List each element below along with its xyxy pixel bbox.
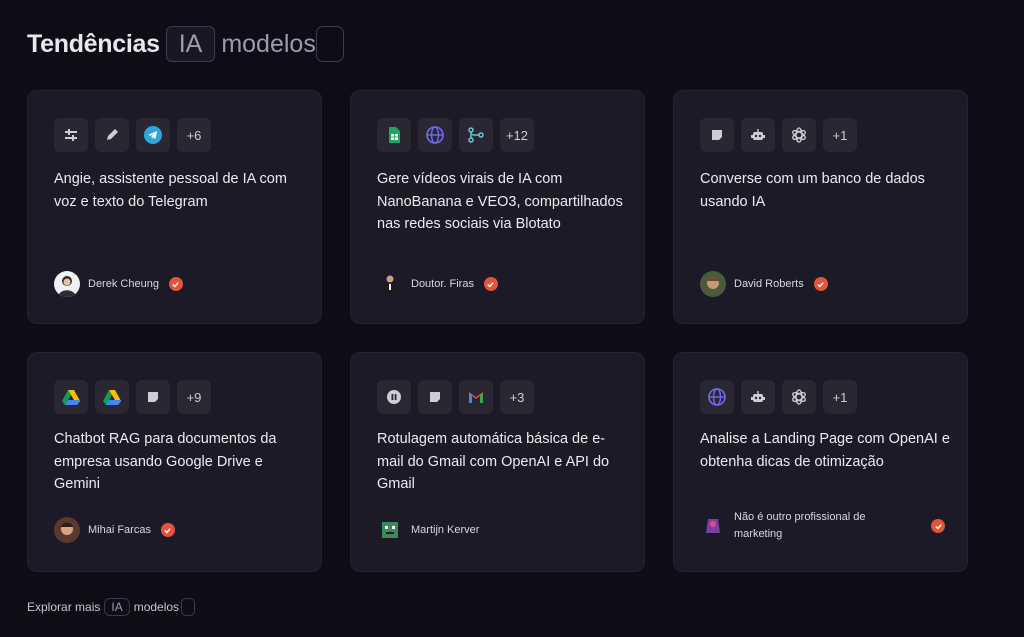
card-title: Converse com um banco de dados usando IA [700, 171, 925, 210]
heading-suffix: modelos [221, 29, 316, 58]
card-title: Rotulagem automática básica de e-mail do… [377, 431, 610, 492]
template-card[interactable]: +9 Chatbot RAG para documentos da empres… [27, 352, 322, 572]
more-integrations-count: +3 [500, 380, 534, 414]
author-name: Derek Cheung [88, 278, 159, 290]
author-name: Doutor. Firas [411, 278, 474, 290]
card-author[interactable]: Martijn Kerver [377, 517, 479, 543]
card-title: Analise a Landing Page com OpenAI e obte… [700, 431, 950, 470]
avatar [54, 271, 80, 297]
more-integrations-count: +6 [177, 118, 211, 152]
card-author[interactable]: Mihai Farcas [54, 517, 175, 543]
sliders-icon [54, 118, 88, 152]
robot-icon [741, 380, 775, 414]
section-heading: Tendências IA modelos [27, 26, 344, 62]
avatar [54, 517, 80, 543]
card-title: Angie, assistente pessoal de IA com voz … [54, 171, 287, 210]
verified-badge-icon [483, 277, 498, 291]
author-name: Mihai Farcas [88, 524, 151, 536]
pencil-icon [95, 118, 129, 152]
card-icons: +1 [700, 118, 857, 152]
telegram-icon [136, 118, 170, 152]
explore-more-link[interactable]: Explorar mais IA modelos [27, 597, 196, 617]
sticky-note-icon [136, 380, 170, 414]
verified-badge-icon [813, 277, 828, 291]
card-icons: +3 [377, 380, 534, 414]
template-card[interactable]: +12 Gere vídeos virais de IA com NanoBan… [350, 90, 645, 324]
verified-badge-icon [931, 519, 945, 533]
card-icons: +6 [54, 118, 211, 152]
more-integrations-count: +1 [823, 118, 857, 152]
template-card[interactable]: +1 Analise a Landing Page com OpenAI e o… [673, 352, 968, 572]
globe-icon [418, 118, 452, 152]
google-drive-icon [54, 380, 88, 414]
template-card[interactable]: +6 Angie, assistente pessoal de IA com v… [27, 90, 322, 324]
card-icons: +9 [54, 380, 211, 414]
explore-prefix: Explorar mais [27, 600, 101, 614]
author-name: Martijn Kerver [411, 524, 480, 536]
more-integrations-count: +1 [823, 380, 857, 414]
google-drive-icon [95, 380, 129, 414]
card-author[interactable]: Derek Cheung [54, 271, 183, 297]
avatar [700, 513, 726, 539]
verified-badge-icon [168, 277, 183, 291]
google-sheets-icon [377, 118, 411, 152]
card-author[interactable]: David Roberts [700, 271, 828, 297]
avatar [700, 271, 726, 297]
heading-prefix: Tendências [27, 29, 160, 58]
sticky-note-icon [700, 118, 734, 152]
author-name: David Roberts [734, 278, 804, 290]
sticky-note-icon [418, 380, 452, 414]
explore-suffix: modelos [133, 600, 180, 614]
template-card[interactable]: +3 Rotulagem automática básica de e-mail… [350, 352, 645, 572]
globe-icon [700, 380, 734, 414]
openai-icon [782, 380, 816, 414]
card-author[interactable]: Não é outro profissional de marketing [700, 509, 945, 543]
more-integrations-count: +12 [500, 118, 534, 152]
robot-icon [741, 118, 775, 152]
card-title: Chatbot RAG para documentos da empresa u… [54, 431, 277, 492]
avatar [377, 517, 403, 543]
heading-cursor-box [315, 26, 344, 62]
card-icons: +12 [377, 118, 534, 152]
more-integrations-count: +9 [177, 380, 211, 414]
gmail-icon [459, 380, 493, 414]
avatar [377, 271, 403, 297]
card-title: Gere vídeos virais de IA com NanoBanana … [377, 171, 623, 232]
branch-icon [459, 118, 493, 152]
pause-icon [377, 380, 411, 414]
author-name: Não é outro profissional de marketing [734, 511, 866, 540]
explore-cursor-box [181, 598, 196, 616]
card-icons: +1 [700, 380, 857, 414]
card-author[interactable]: Doutor. Firas [377, 271, 498, 297]
verified-badge-icon [160, 523, 175, 537]
template-card[interactable]: +1 Converse com um banco de dados usando… [673, 90, 968, 324]
explore-category-pill[interactable]: IA [104, 598, 130, 616]
openai-icon [782, 118, 816, 152]
heading-category-pill[interactable]: IA [165, 26, 216, 62]
